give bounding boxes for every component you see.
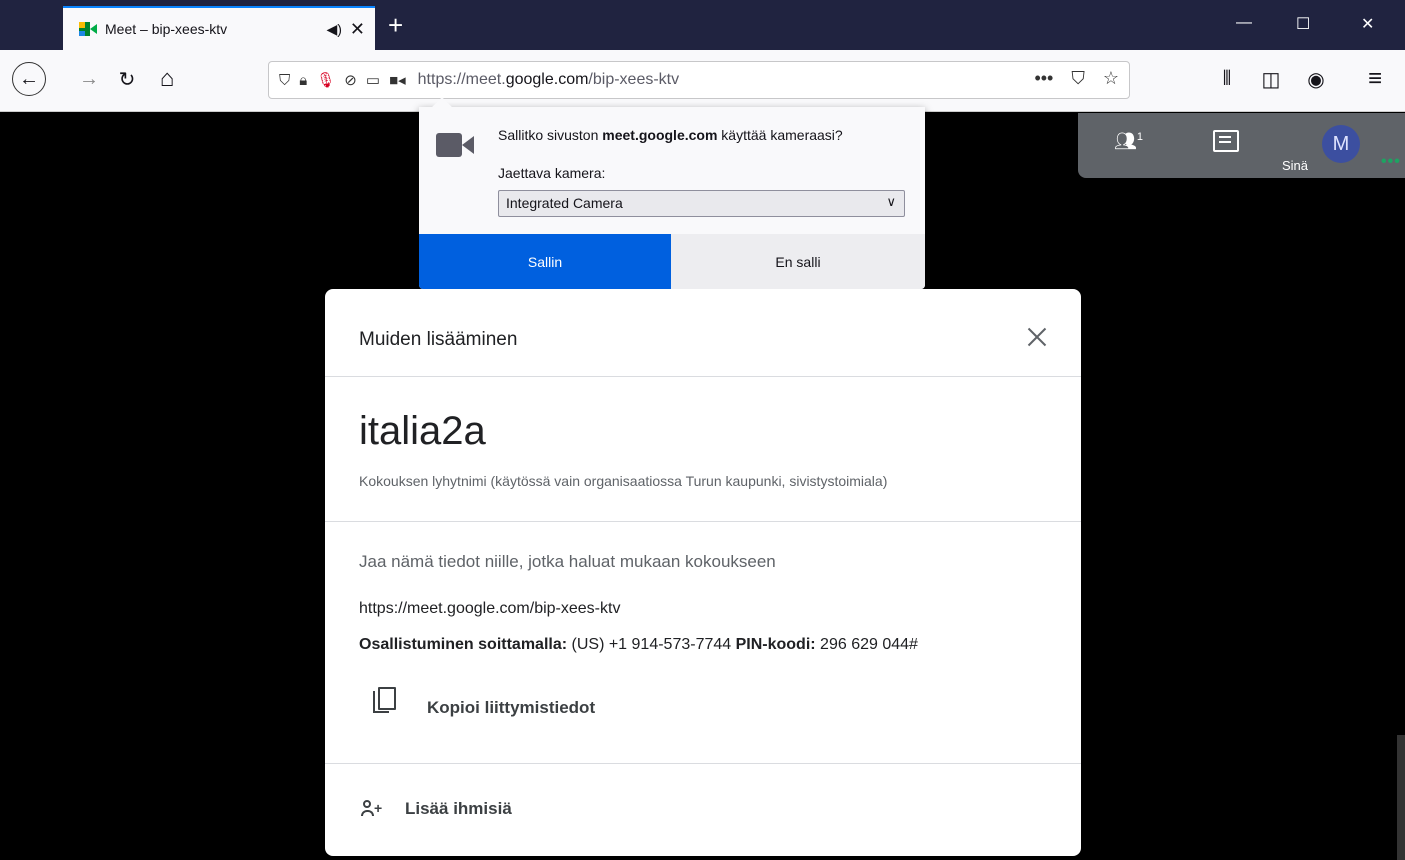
new-tab-button[interactable]: + xyxy=(388,12,403,38)
meet-top-panel: 👥︎1 M Sinä ••• xyxy=(1078,113,1405,178)
add-others-dialog: Muiden lisääminen italia2a Kokouksen lyh… xyxy=(325,289,1081,856)
meet-favicon-icon xyxy=(79,22,97,36)
avatar: M xyxy=(1322,125,1360,163)
copy-join-info-button[interactable]: Kopioi liittymistiedot xyxy=(427,698,595,718)
sidebar-icon[interactable]: ◫ xyxy=(1256,62,1286,96)
account-icon[interactable]: ◉ xyxy=(1301,62,1331,96)
dial-in-info: Osallistuminen soittamalla: (US) +1 914-… xyxy=(359,636,918,653)
tab-bar: Meet – bip-xees-ktv ◀) ✕ + — ☐ ✕ xyxy=(0,0,1405,50)
scrollbar-edge xyxy=(1397,735,1405,860)
allow-button[interactable]: Sallin xyxy=(419,234,671,289)
speaker-icon[interactable]: ◀) xyxy=(326,21,341,38)
meeting-description: Kokouksen lyhytnimi (käytössä vain organ… xyxy=(359,473,888,489)
close-icon[interactable] xyxy=(1023,323,1051,351)
navigation-toolbar: ← → ↻ ⌂ ⛉ 🔒︎ 🎙︎ ⊘ ▭ ■◂ https://meet.goog… xyxy=(0,50,1405,112)
copy-icon[interactable] xyxy=(373,687,396,713)
divider xyxy=(325,763,1081,764)
participant-count: 1 xyxy=(1136,131,1143,143)
page-actions-icon[interactable]: ••• xyxy=(1034,68,1053,89)
address-bar[interactable]: ⛉ 🔒︎ 🎙︎ ⊘ ▭ ■◂ https://meet.google.com/b… xyxy=(268,61,1130,99)
chevron-down-icon: ∨ xyxy=(886,194,896,209)
camera-permission-popup: Sallitko sivuston meet.google.com käyttä… xyxy=(419,107,925,289)
add-people-button[interactable]: Lisää ihmisiä xyxy=(405,799,512,819)
permission-question: Sallitko sivuston meet.google.com käyttä… xyxy=(498,127,843,143)
bookmark-star-icon[interactable]: ☆ xyxy=(1103,68,1119,89)
chat-icon[interactable] xyxy=(1213,130,1239,152)
self-label: Sinä xyxy=(1282,158,1309,173)
forward-button[interactable]: → xyxy=(74,62,104,96)
microphone-icon[interactable]: 🎙︎ xyxy=(316,71,335,89)
more-options-icon[interactable]: ••• xyxy=(1381,153,1401,171)
notification-icon[interactable]: ▭ xyxy=(366,71,380,89)
minimize-button[interactable]: — xyxy=(1236,14,1252,32)
dialog-title: Muiden lisääminen xyxy=(359,329,518,350)
camera-select[interactable]: Integrated Camera ∨ xyxy=(498,190,905,217)
camera-select-label: Jaettava kamera: xyxy=(498,165,606,181)
lock-icon[interactable]: 🔒︎ xyxy=(299,72,307,89)
library-icon[interactable]: ⫴ xyxy=(1212,62,1242,96)
tab-title: Meet – bip-xees-ktv xyxy=(105,21,228,37)
share-hint: Jaa nämä tiedot niille, jotka haluat muk… xyxy=(359,552,776,571)
divider xyxy=(325,376,1081,377)
meeting-link: https://meet.google.com/bip-xees-ktv xyxy=(359,600,621,617)
divider xyxy=(325,521,1081,522)
camera-selected-value: Integrated Camera xyxy=(506,195,623,211)
tracking-shield-icon[interactable]: ⛉ xyxy=(279,72,290,89)
menu-icon[interactable]: ≡ xyxy=(1360,62,1390,96)
home-button[interactable]: ⌂ xyxy=(152,62,182,96)
add-person-icon[interactable]: + xyxy=(361,799,383,817)
deny-button[interactable]: En salli xyxy=(671,234,925,289)
reload-button[interactable]: ↻ xyxy=(112,62,142,96)
meeting-name: italia2a xyxy=(359,409,486,453)
back-button[interactable]: ← xyxy=(12,62,46,96)
maximize-button[interactable]: ☐ xyxy=(1296,14,1310,34)
participants-icon[interactable]: 👥︎1 xyxy=(1114,131,1143,152)
tab-meet[interactable]: Meet – bip-xees-ktv ◀) ✕ xyxy=(63,6,375,50)
url-text[interactable]: https://meet.google.com/bip-xees-ktv xyxy=(418,71,679,89)
camera-icon xyxy=(436,133,474,157)
pocket-icon[interactable]: ⛉ xyxy=(1071,68,1085,89)
autoplay-blocked-icon[interactable]: ⊘ xyxy=(344,71,357,89)
window-close-button[interactable]: ✕ xyxy=(1361,14,1374,34)
camera-permission-icon[interactable]: ■◂ xyxy=(389,71,406,89)
tab-close-icon[interactable]: ✕ xyxy=(350,19,365,40)
